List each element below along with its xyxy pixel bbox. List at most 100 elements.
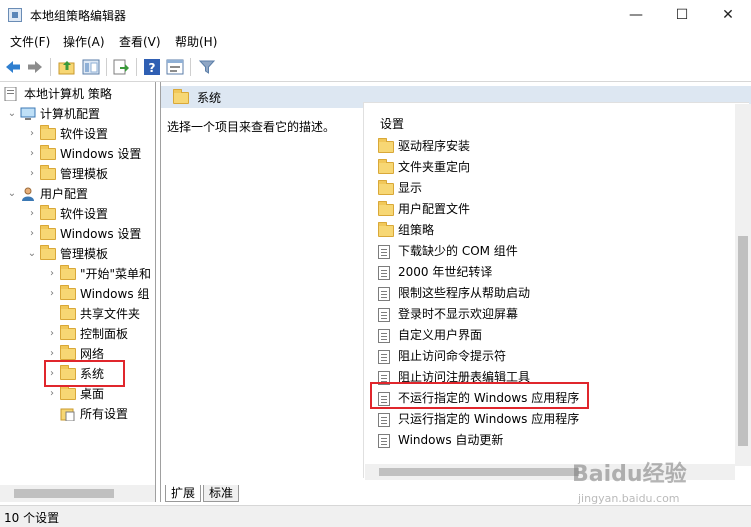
forward-arrow-icon[interactable]: [26, 58, 44, 76]
maximize-button[interactable]: ☐: [659, 0, 705, 30]
folder-icon: [40, 145, 56, 161]
navigation-tree: 本地计算机 策略 ⌄ 计算机配置 › 软件设置 › Windows 设置 › 管…: [0, 82, 156, 502]
chevron-right-icon[interactable]: ›: [46, 344, 58, 364]
list-item-label: 不运行指定的 Windows 应用程序: [398, 391, 580, 405]
policy-setting-icon: [378, 392, 392, 406]
chevron-right-icon[interactable]: ›: [46, 364, 58, 384]
show-hide-tree-icon[interactable]: [82, 58, 100, 76]
folder-icon: [60, 345, 76, 361]
list-item-label: 下载缺少的 COM 组件: [398, 244, 518, 258]
chevron-right-icon[interactable]: ›: [26, 124, 38, 144]
folder-icon: [60, 325, 76, 341]
window-title: 本地组策略编辑器: [30, 9, 127, 23]
list-item-label: 自定义用户界面: [398, 328, 483, 342]
policy-setting-icon: [378, 413, 392, 427]
watermark-url: jingyan.baidu.com: [578, 492, 680, 505]
folder-icon: [60, 265, 76, 281]
chevron-down-icon[interactable]: ⌄: [6, 104, 18, 124]
folder-icon: [60, 305, 76, 321]
folder-icon: [60, 285, 76, 301]
list-item-label: 显示: [398, 181, 423, 195]
policy-setting-icon: [378, 287, 392, 301]
scrollbar-thumb[interactable]: [738, 236, 748, 446]
chevron-right-icon[interactable]: ›: [46, 324, 58, 344]
list-item-label: 只运行指定的 Windows 应用程序: [398, 412, 580, 426]
computer-icon: [20, 107, 36, 121]
policy-setting-icon: [378, 371, 392, 385]
chevron-right-icon[interactable]: ›: [46, 264, 58, 284]
user-icon: [20, 187, 36, 201]
policy-setting-icon: [378, 329, 392, 343]
close-button[interactable]: ✕: [705, 0, 751, 30]
chevron-down-icon[interactable]: ⌄: [6, 184, 18, 204]
folder-icon: [40, 125, 56, 141]
menu-help[interactable]: 帮助(H): [175, 33, 217, 50]
policy-setting-icon: [378, 266, 392, 280]
list-item-label: 文件夹重定向: [398, 160, 471, 174]
tab-extended[interactable]: 扩展: [165, 485, 202, 502]
list-item-label: 组策略: [398, 223, 435, 237]
app-icon: [8, 8, 22, 22]
status-bar: 10 个设置: [0, 505, 751, 527]
policy-setting-icon: [378, 245, 392, 259]
scrollbar-thumb[interactable]: [14, 489, 114, 498]
toolbar: ?: [0, 52, 751, 82]
folder-icon: [60, 385, 76, 401]
description-text: 选择一个项目来查看它的描述。: [167, 120, 336, 134]
list-item-label: 2000 年世纪转译: [398, 265, 493, 279]
list-item-label: 阻止访问命令提示符: [398, 349, 507, 363]
list-vertical-scrollbar[interactable]: [735, 104, 751, 466]
chevron-right-icon[interactable]: ›: [46, 284, 58, 304]
folder-icon: [60, 365, 76, 381]
chevron-right-icon[interactable]: ›: [26, 164, 38, 184]
back-arrow-icon[interactable]: [4, 58, 22, 76]
policy-icon: [4, 86, 20, 102]
list-item-label: 驱动程序安装: [398, 139, 471, 153]
export-list-icon[interactable]: [112, 58, 130, 76]
column-header-settings[interactable]: 设置: [380, 115, 404, 132]
menu-file[interactable]: 文件(F): [10, 33, 50, 50]
content-pane: 系统 选择一个项目来查看它的描述。 设置 驱动程序安装 文件夹重定向 显示用户配置文…: [160, 82, 751, 502]
tab-standard[interactable]: 标准: [203, 485, 240, 502]
chevron-right-icon[interactable]: ›: [26, 204, 38, 224]
policy-setting-icon: [378, 350, 392, 364]
folder-icon: [40, 205, 56, 221]
help-icon[interactable]: ?: [143, 58, 161, 76]
minimize-button[interactable]: —: [613, 0, 659, 30]
list-item-label: 登录时不显示欢迎屏幕: [398, 307, 519, 321]
folder-icon: [378, 201, 394, 217]
folder-icon: [173, 89, 189, 104]
folder-icon: [378, 180, 394, 196]
settings-list: 设置 驱动程序安装 文件夹重定向 显示用户配置文件 组策略下载缺少的 COM 组件 20…: [363, 102, 749, 478]
chevron-right-icon[interactable]: ›: [26, 224, 38, 244]
list-item-label: 用户配置文件: [398, 202, 471, 216]
title-bar: 本地组策略编辑器 — ☐ ✕: [0, 0, 751, 30]
chevron-right-icon[interactable]: ›: [46, 384, 58, 404]
menu-bar: 文件(F) 操作(A) 查看(V) 帮助(H): [0, 30, 751, 52]
folder-icon: [378, 222, 394, 238]
scrollbar-thumb[interactable]: [379, 468, 579, 476]
folder-icon: [378, 159, 394, 175]
chevron-down-icon[interactable]: ⌄: [26, 244, 38, 264]
policy-setting-icon: [378, 308, 392, 322]
folder-icon: [40, 245, 56, 261]
folder-icon: [40, 165, 56, 181]
menu-action[interactable]: 操作(A): [63, 33, 105, 50]
folder-up-icon[interactable]: [58, 58, 76, 76]
properties-icon[interactable]: [166, 58, 184, 76]
filter-icon[interactable]: [198, 58, 216, 76]
folder-icon: [378, 138, 394, 154]
list-item-label: 限制这些程序从帮助启动: [398, 286, 531, 300]
list-item-label: Windows 自动更新: [398, 433, 504, 447]
content-header-title: 系统: [197, 91, 222, 105]
tree-horizontal-scrollbar[interactable]: [0, 485, 155, 502]
folder-icon: [40, 225, 56, 241]
all-settings-icon: [60, 407, 76, 422]
status-text: 10 个设置: [4, 511, 60, 525]
list-item-label: 阻止访问注册表编辑工具: [398, 370, 531, 384]
policy-setting-icon: [378, 434, 392, 448]
watermark-logo: Baidu经验: [572, 462, 687, 487]
chevron-right-icon[interactable]: ›: [26, 144, 38, 164]
menu-view[interactable]: 查看(V): [119, 33, 161, 50]
svg-text:?: ?: [149, 61, 156, 75]
